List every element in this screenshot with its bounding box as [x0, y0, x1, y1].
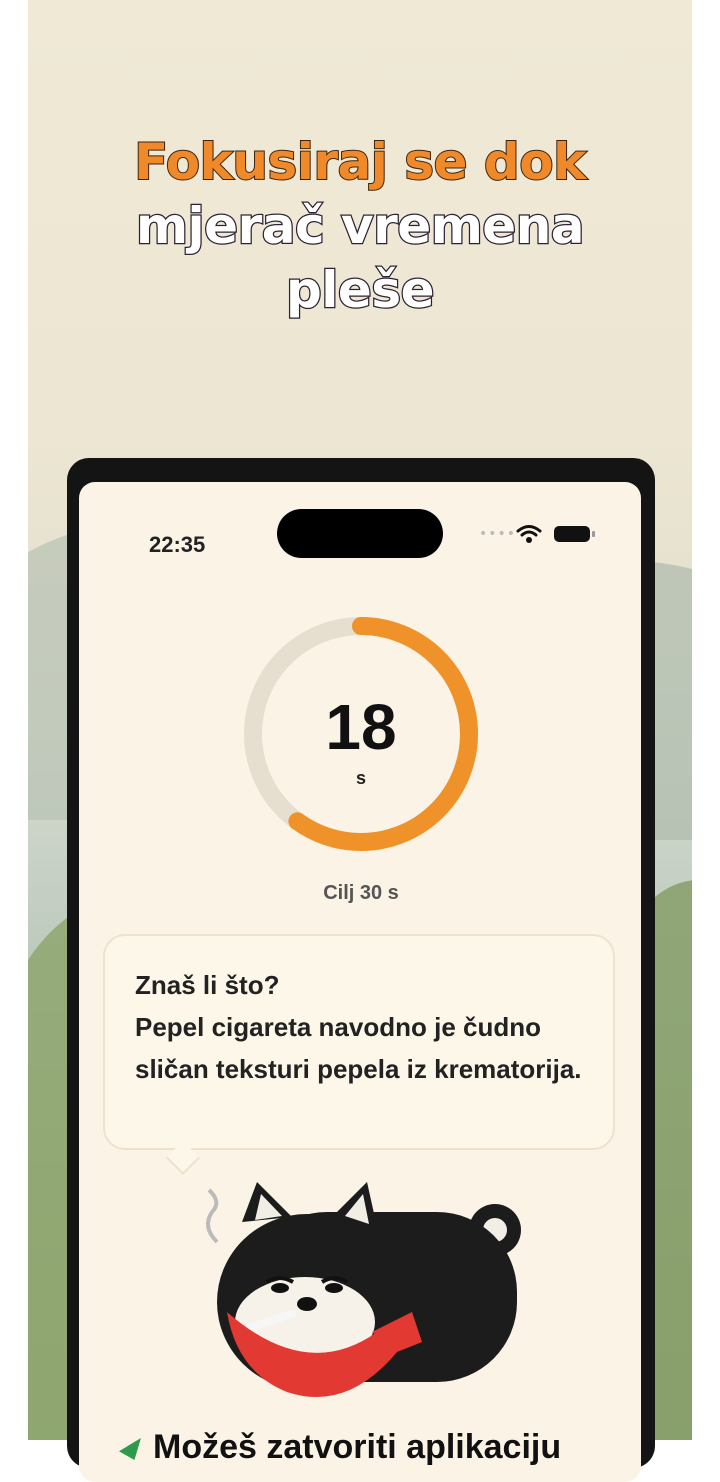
promo-headline: Fokusiraj se dok mjerač vremena pleše	[28, 130, 692, 322]
headline-line-3: pleše	[285, 260, 436, 321]
smoking-shiba-mascot-icon	[206, 1182, 521, 1397]
fact-bubble: Znaš li što? Pepel cigareta navodno je č…	[103, 934, 615, 1150]
fact-body: Pepel cigareta navodno je čudno sličan t…	[135, 1012, 582, 1084]
timer-unit: s	[355, 768, 366, 788]
headline-line-1: Fokusiraj se dok	[133, 132, 587, 192]
fact-text: Znaš li što? Pepel cigareta navodno je č…	[135, 964, 595, 1090]
status-time: 22:35	[149, 532, 206, 557]
close-app-hint-text: Možeš zatvoriti aplikaciju	[153, 1428, 562, 1466]
headline-line-2: mjerač vremena	[135, 196, 586, 257]
phone-screen: 22:35 •••• 18 s Cilj 30 s Znaš li što? P…	[79, 482, 641, 1482]
check-icon	[119, 1438, 141, 1461]
timer-goal: Cilj 30 s	[323, 882, 399, 904]
signal-dots-icon: ••••	[479, 526, 517, 542]
battery-icon	[554, 526, 595, 542]
phone-frame: 22:35 •••• 18 s Cilj 30 s Znaš li što? P…	[67, 458, 655, 1482]
timer-value: 18	[325, 691, 397, 763]
wifi-icon	[516, 525, 542, 543]
dynamic-island	[277, 509, 443, 558]
close-app-hint: Možeš zatvoriti aplikaciju	[119, 1428, 639, 1467]
fact-title: Znaš li što?	[135, 970, 280, 1000]
